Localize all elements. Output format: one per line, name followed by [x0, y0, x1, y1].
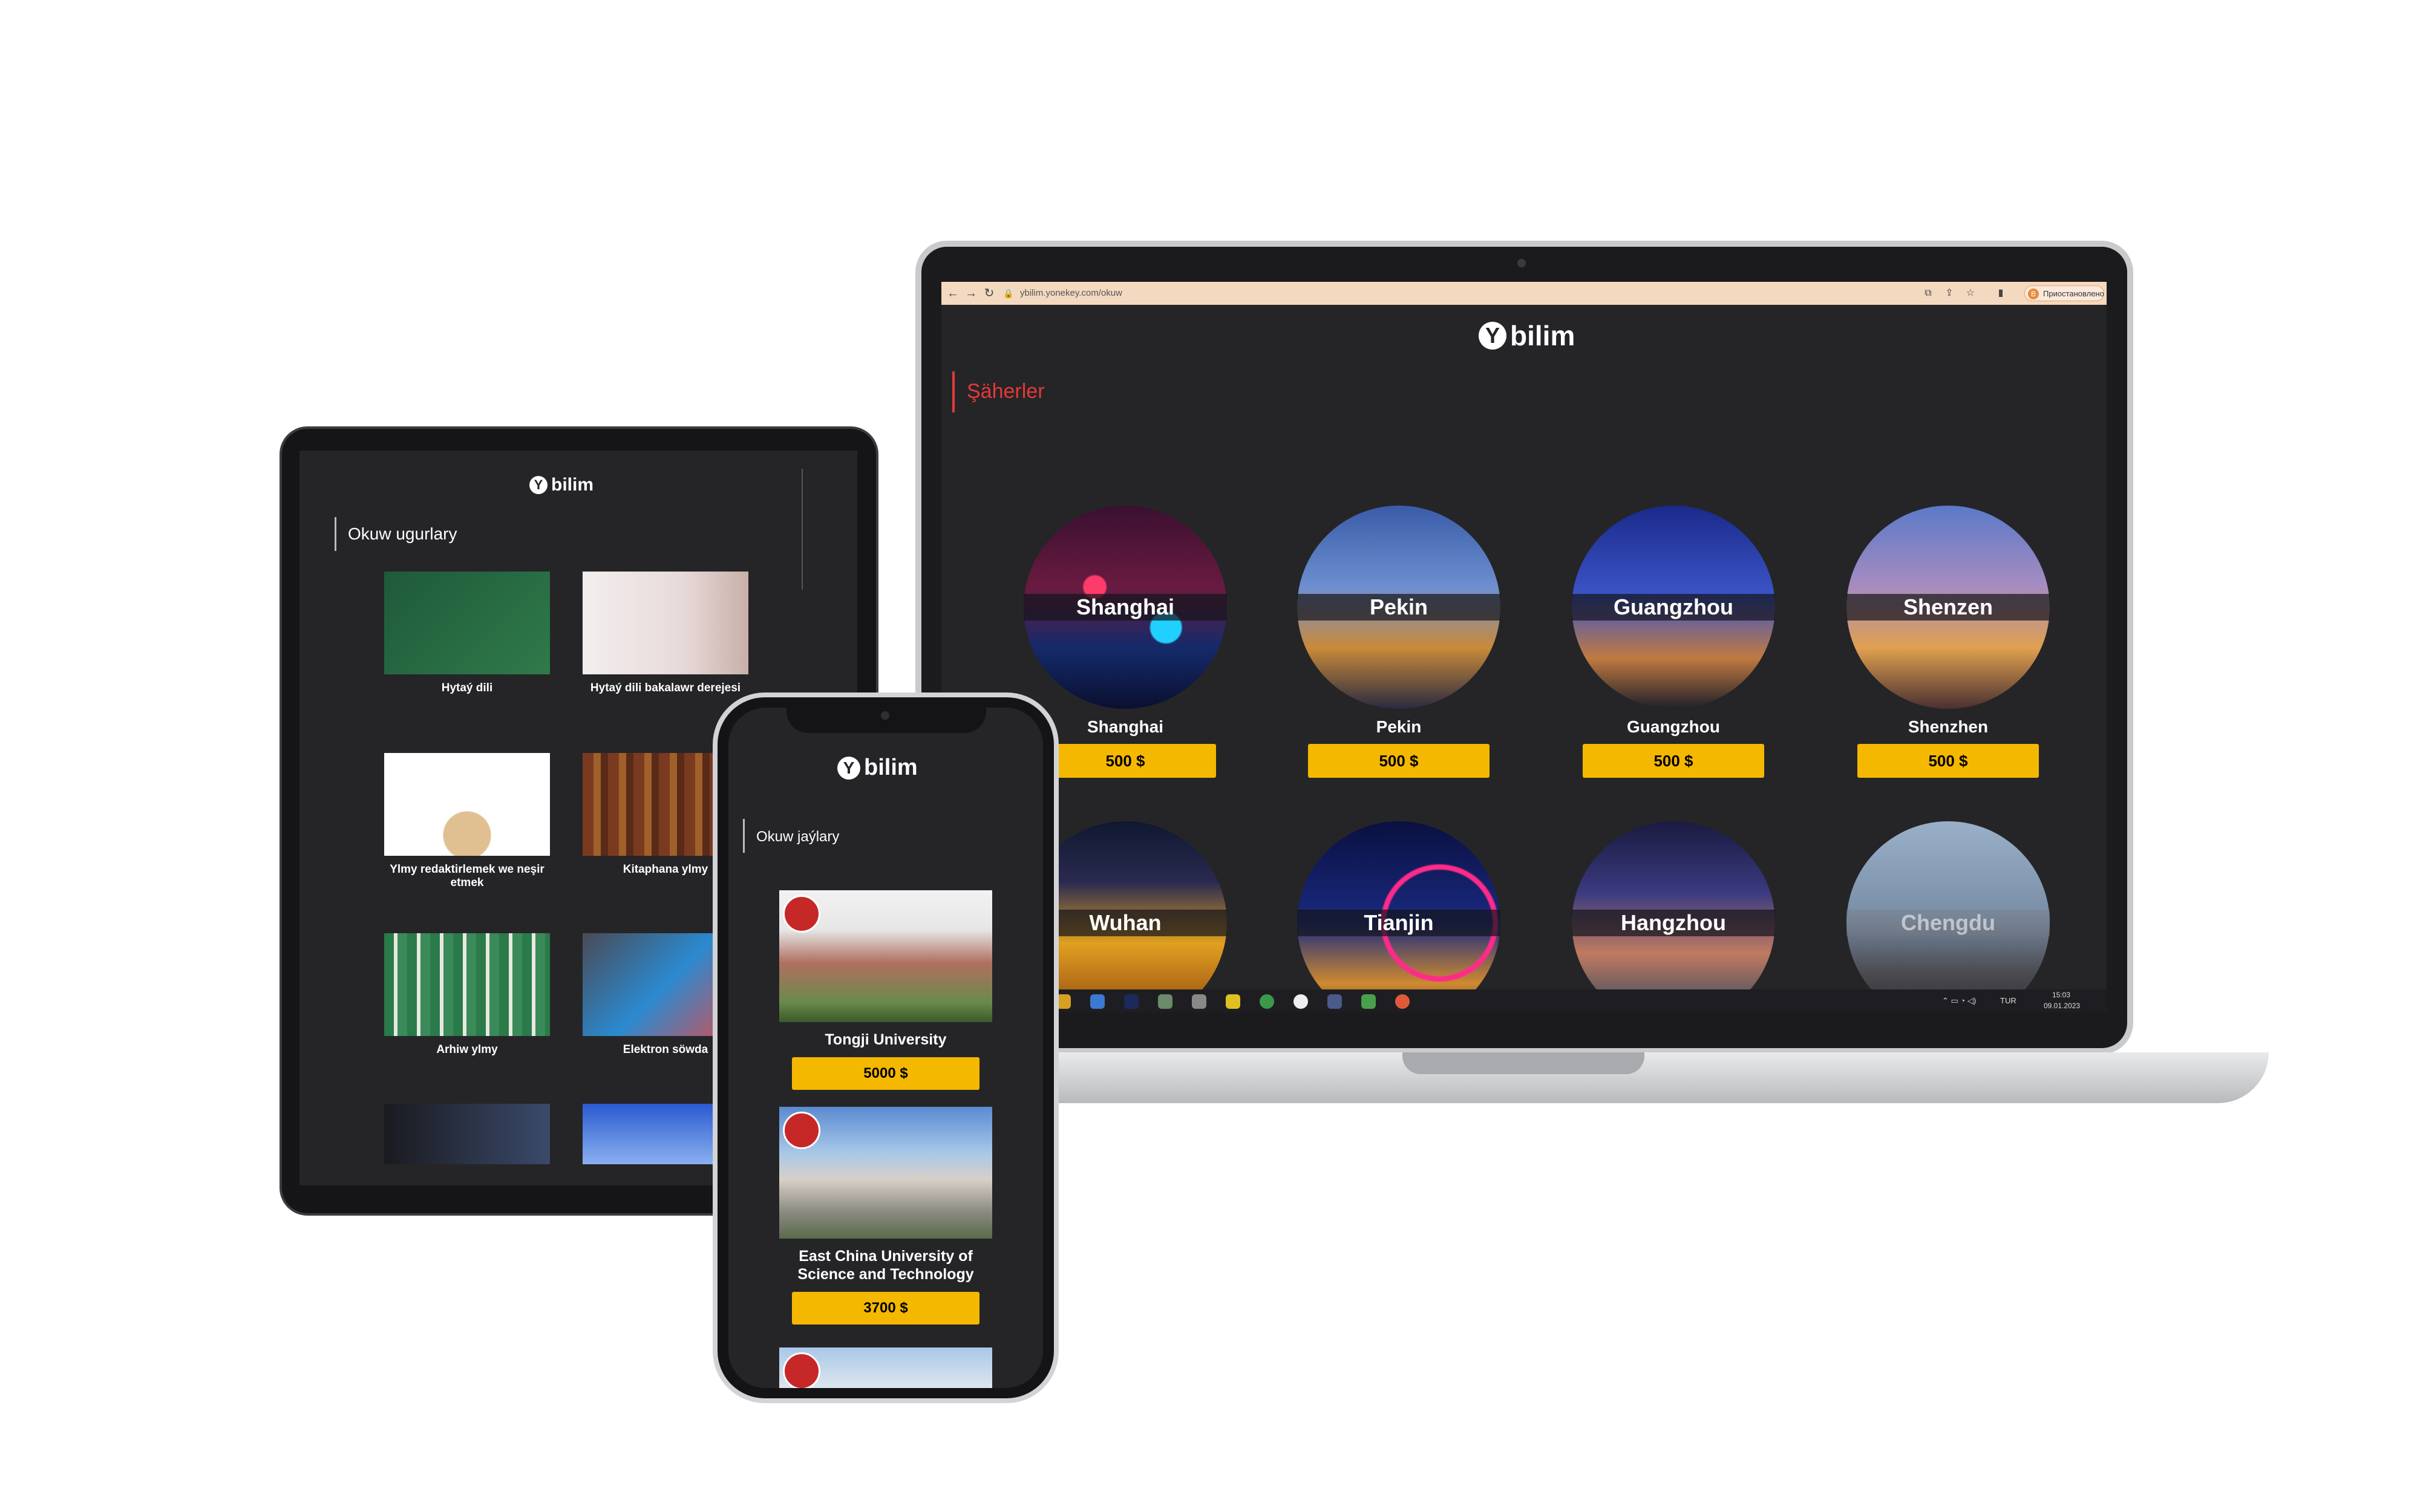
- sidebar-icon[interactable]: ▮: [1994, 287, 2007, 300]
- university-name: East China University of Science and Tec…: [797, 1248, 974, 1283]
- price-button[interactable]: 3700 $: [792, 1292, 979, 1325]
- chrome-icon[interactable]: [1260, 994, 1274, 1009]
- taskbar-app-icon[interactable]: [1158, 994, 1172, 1009]
- section-title-bar: [743, 819, 745, 853]
- laptop-screen: ← → ↻ 🔒 ybilim.yonekey.com/okuw ⧉ ⇪ ☆ ▮ …: [941, 282, 2107, 1012]
- card-image[interactable]: [384, 1104, 550, 1164]
- card-image: [384, 572, 550, 674]
- program-card-editing[interactable]: Ylmy redaktirlemek we neşir etmek: [384, 753, 550, 890]
- city-card-shenzhen[interactable]: Shenzen Shenzhen 500 $: [1846, 506, 2050, 784]
- city-card-chengdu[interactable]: Chengdu: [1846, 821, 2050, 989]
- price-button[interactable]: 5000 $: [792, 1057, 979, 1090]
- site-logo[interactable]: Y bilim: [529, 475, 594, 495]
- settings-icon[interactable]: [1192, 994, 1206, 1009]
- section-title: Okuw ugurlary: [348, 524, 457, 543]
- clock-time[interactable]: 15:03: [2052, 991, 2070, 999]
- phone-screen: Y bilim Okuw jaýlary Tongji University 5…: [728, 708, 1043, 1388]
- back-icon[interactable]: ←: [946, 287, 960, 300]
- card-label: Hytaý dili bakalawr derejesi: [590, 682, 741, 694]
- tablet-scrollbar[interactable]: [802, 469, 803, 590]
- city-image: [1846, 821, 2050, 989]
- university-card-tongji[interactable]: Tongji University 5000 $: [779, 890, 992, 1090]
- city-band-label: Chengdu: [1846, 910, 2050, 936]
- logo-text: bilim: [1510, 320, 1575, 351]
- chrome-active-icon[interactable]: [1395, 994, 1410, 1009]
- university-name: Tongji University: [825, 1031, 947, 1048]
- certified-badge-icon: [783, 1112, 820, 1149]
- card-label: Arhiw ylmy: [436, 1043, 498, 1056]
- city-card-tianjin[interactable]: Tianjin: [1297, 821, 1500, 989]
- photoshop-icon[interactable]: [1124, 994, 1139, 1009]
- city-card-hangzhou[interactable]: Hangzhou: [1572, 821, 1775, 989]
- price-button[interactable]: 500 $: [1308, 744, 1490, 778]
- city-band-label: Shenzen: [1846, 594, 2050, 621]
- price-button[interactable]: 500 $: [1583, 744, 1764, 778]
- section-title-bar: [952, 371, 955, 412]
- certified-badge-icon: [783, 1352, 820, 1388]
- clock-date[interactable]: 09.01.2023: [2044, 1002, 2080, 1010]
- program-card-chinese[interactable]: Hytaý dili: [384, 572, 550, 695]
- forward-icon[interactable]: →: [964, 287, 978, 300]
- taskbar-app-icon[interactable]: [1327, 994, 1342, 1009]
- city-band-label: Shanghai: [1024, 594, 1227, 621]
- logo-mark-icon: Y: [1479, 322, 1506, 350]
- city-band-label: Hangzhou: [1572, 910, 1775, 936]
- site-logo[interactable]: Y bilim: [1479, 319, 1575, 352]
- star-icon[interactable]: ☆: [1964, 287, 1977, 300]
- site-logo[interactable]: Y bilim: [837, 755, 918, 781]
- tray-icons[interactable]: ⌃ ▭ ◔ ◁): [1942, 996, 1976, 1006]
- price-button[interactable]: 500 $: [1035, 744, 1216, 778]
- logo-mark-icon: Y: [529, 476, 548, 494]
- section-title: Okuw jaýlary: [756, 829, 840, 845]
- card-label: Ylmy redaktirlemek we neşir etmek: [390, 863, 544, 889]
- laptop-notch: [1402, 1052, 1644, 1074]
- phone-camera: [881, 711, 889, 720]
- browser-toolbar: ← → ↻ 🔒 ybilim.yonekey.com/okuw ⧉ ⇪ ☆ ▮ …: [941, 282, 2107, 305]
- address-bar[interactable]: ybilim.yonekey.com/okuw: [1020, 286, 1964, 301]
- taskbar-app-icon[interactable]: [1361, 994, 1376, 1009]
- card-image: [384, 753, 550, 856]
- logo-mark-icon: Y: [837, 756, 860, 780]
- city-image: [1297, 821, 1500, 989]
- lock-icon: 🔒: [1003, 288, 1014, 298]
- yandex-icon[interactable]: [1293, 994, 1308, 1009]
- program-card-chinese-bachelor[interactable]: Hytaý dili bakalawr derejesi: [583, 572, 748, 695]
- certified-badge-icon: [783, 895, 820, 933]
- taskbar-app-icon[interactable]: [1090, 994, 1105, 1009]
- reload-icon[interactable]: ↻: [983, 287, 996, 300]
- card-image: [583, 572, 748, 674]
- card-label: Hytaý dili: [441, 682, 493, 694]
- city-name: Pekin: [1376, 717, 1422, 736]
- card-image: [384, 933, 550, 1036]
- section-title: Şäherler: [967, 380, 1045, 403]
- chat-icon[interactable]: [1226, 994, 1240, 1009]
- translate-icon[interactable]: ⧉: [1921, 287, 1935, 300]
- city-name: Shenzhen: [1908, 717, 1989, 736]
- city-band-label: Tianjin: [1297, 910, 1500, 936]
- laptop-camera: [1517, 259, 1526, 267]
- windows-taskbar: ⌃ ▭ ◔ ◁) TUR 15:03 09.01.2023: [941, 989, 2107, 1012]
- share-icon[interactable]: ⇪: [1943, 287, 1956, 300]
- keyboard-language[interactable]: TUR: [2000, 996, 2016, 1005]
- profile-avatar[interactable]: В: [2028, 288, 2039, 299]
- city-name: Guangzhou: [1627, 717, 1720, 736]
- logo-text: bilim: [551, 475, 594, 495]
- program-card-archive[interactable]: Arhiw ylmy: [384, 933, 550, 1057]
- section-title-bar: [335, 517, 336, 551]
- city-image: [1572, 821, 1775, 989]
- city-band-label: Guangzhou: [1572, 594, 1775, 621]
- city-card-guangzhou[interactable]: Guangzhou Guangzhou 500 $: [1572, 506, 1775, 784]
- price-button[interactable]: 500 $: [1857, 744, 2039, 778]
- city-band-label: Pekin: [1297, 594, 1500, 621]
- logo-text: bilim: [864, 755, 918, 780]
- university-card-ecust[interactable]: East China University of Science and Tec…: [779, 1107, 992, 1325]
- city-card-pekin[interactable]: Pekin Pekin 500 $: [1297, 506, 1500, 784]
